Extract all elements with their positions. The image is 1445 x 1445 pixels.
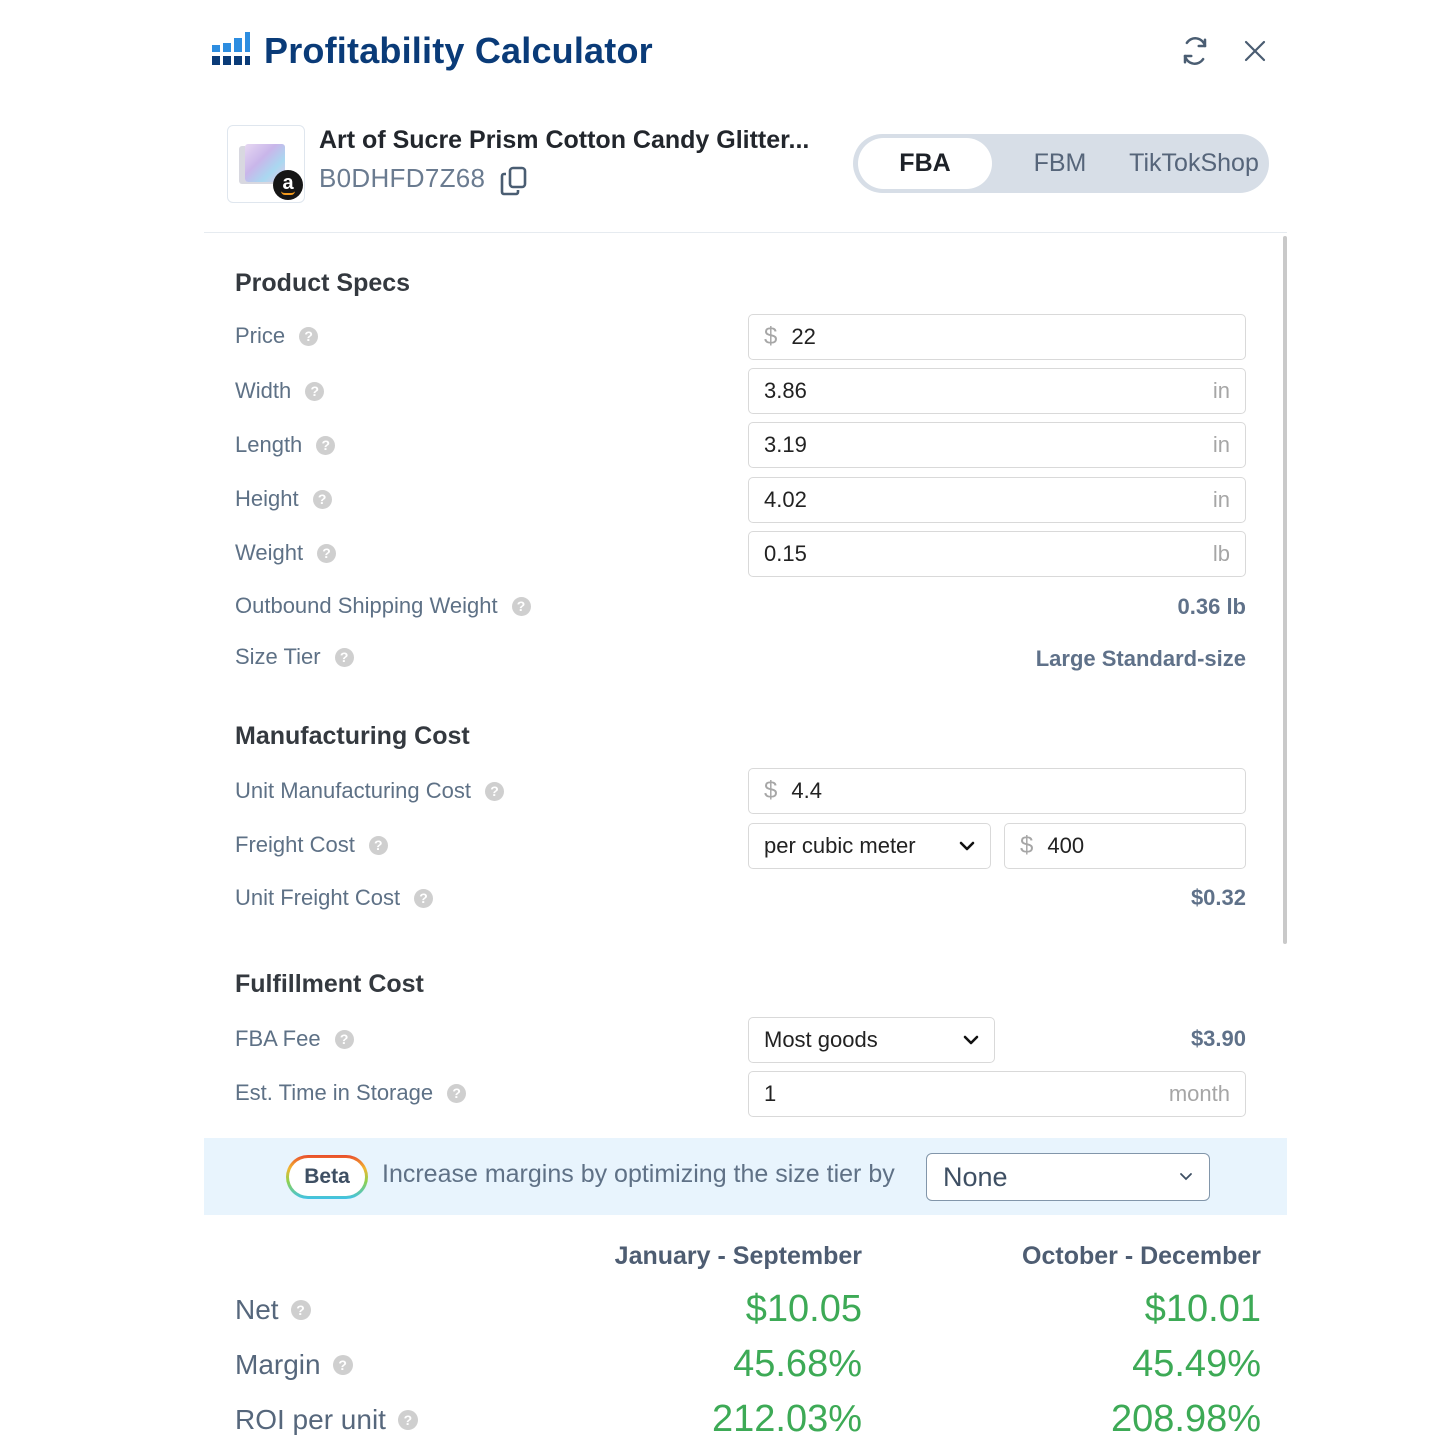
roi-value-jan-sep: 212.03%: [711, 1398, 862, 1440]
refresh-icon: [1183, 37, 1207, 65]
product-name[interactable]: Art of Sucre Prism Cotton Candy Glitter.…: [319, 126, 809, 155]
section-title-fulfillment-cost: Fulfillment Cost: [235, 970, 424, 998]
fba-fee-value: $3.90: [1190, 1026, 1246, 1051]
help-icon[interactable]: ?: [334, 647, 354, 667]
profit-summary: January - September October - December N…: [204, 1230, 1287, 1445]
unit-freight-cost-value: $0.32: [1190, 885, 1246, 910]
height-label: Height?: [235, 486, 332, 512]
refresh-button[interactable]: [1178, 34, 1212, 68]
help-icon[interactable]: ?: [447, 1083, 467, 1103]
length-label: Length?: [235, 432, 336, 458]
outbound-shipping-weight-label: Outbound Shipping Weight?: [235, 593, 531, 619]
copy-asin-button[interactable]: [499, 165, 529, 197]
help-icon[interactable]: ?: [312, 489, 332, 509]
price-label: Price?: [235, 323, 319, 349]
margin-value-oct-dec: 45.49%: [1132, 1343, 1261, 1385]
help-icon[interactable]: ?: [305, 381, 325, 401]
amazon-icon: a: [273, 170, 303, 200]
unit-manufacturing-cost-input[interactable]: $ 4.4: [748, 768, 1246, 814]
fba-fee-label: FBA Fee?: [235, 1026, 354, 1052]
roi-label: ROI per unit?: [235, 1404, 418, 1436]
help-icon[interactable]: ?: [397, 1410, 418, 1430]
unit-freight-cost-label: Unit Freight Cost?: [235, 885, 434, 911]
weight-label: Weight?: [235, 540, 337, 566]
help-icon[interactable]: ?: [511, 596, 531, 616]
calculator-header: Profitability Calculator: [210, 28, 1280, 76]
storage-time-input[interactable]: 1 month: [748, 1071, 1246, 1117]
column-header-jan-sep: January - September: [614, 1242, 862, 1270]
copy-icon: [500, 166, 527, 196]
freight-basis-select[interactable]: per cubic meter: [748, 823, 991, 869]
product-asin: B0DHFD7Z68: [319, 163, 486, 193]
section-title-product-specs: Product Specs: [235, 269, 411, 297]
freight-cost-label: Freight Cost?: [235, 832, 388, 858]
tab-fba[interactable]: FBA: [858, 138, 992, 189]
margin-value-jan-sep: 45.68%: [733, 1343, 862, 1385]
length-input[interactable]: 3.19 in: [748, 422, 1246, 468]
close-button[interactable]: [1238, 34, 1272, 68]
outbound-shipping-weight-value: 0.36 lb: [1177, 594, 1246, 619]
beta-badge: Beta: [286, 1155, 368, 1199]
help-icon[interactable]: ?: [290, 1300, 311, 1320]
help-icon[interactable]: ?: [414, 888, 434, 908]
freight-cost-input[interactable]: $ 400: [1004, 823, 1246, 869]
help-icon[interactable]: ?: [317, 543, 337, 563]
help-icon[interactable]: ?: [368, 835, 388, 855]
page-title: Profitability Calculator: [264, 30, 653, 71]
height-input[interactable]: 4.02 in: [748, 477, 1246, 523]
optimization-text: Increase margins by optimizing the size …: [382, 1160, 895, 1188]
tab-fbm[interactable]: FBM: [1003, 138, 1117, 189]
column-header-oct-dec: October - December: [1022, 1242, 1261, 1270]
bar-chart-icon: [212, 32, 250, 65]
product-info: a Art of Sucre Prism Cotton Candy Glitte…: [227, 125, 827, 205]
calculator-form: Product Specs Price? $ 22 Width? 3.86 in…: [204, 232, 1287, 1138]
fba-fee-category-select[interactable]: Most goods: [748, 1017, 995, 1063]
margin-label: Margin?: [235, 1349, 353, 1381]
unit-manufacturing-cost-label: Unit Manufacturing Cost?: [235, 778, 504, 804]
width-label: Width?: [235, 378, 325, 404]
width-input[interactable]: 3.86 in: [748, 368, 1246, 414]
section-title-manufacturing-cost: Manufacturing Cost: [235, 722, 470, 750]
help-icon[interactable]: ?: [334, 1029, 354, 1049]
chevron-down-icon: [963, 1035, 979, 1045]
storage-time-label: Est. Time in Storage?: [235, 1080, 467, 1106]
panel-scrollbar[interactable]: [1283, 236, 1287, 944]
net-label: Net?: [235, 1294, 311, 1326]
roi-value-oct-dec: 208.98%: [1110, 1398, 1261, 1440]
help-icon[interactable]: ?: [299, 326, 319, 346]
net-value-oct-dec: $10.01: [1144, 1288, 1261, 1330]
chevron-down-icon: [959, 841, 975, 851]
fulfillment-method-tabs: FBA FBM TikTokShop: [853, 134, 1269, 193]
size-tier-label: Size Tier?: [235, 644, 354, 670]
help-icon[interactable]: ?: [485, 781, 504, 801]
weight-input[interactable]: 0.15 lb: [748, 531, 1246, 577]
size-tier-optimization-bar: Beta Increase margins by optimizing the …: [204, 1138, 1287, 1215]
tab-tiktokshop[interactable]: TikTokShop: [1123, 138, 1265, 189]
net-value-jan-sep: $10.05: [745, 1288, 862, 1330]
size-tier-value: Large Standard-size: [1035, 646, 1246, 671]
optimization-select[interactable]: None: [926, 1153, 1210, 1201]
product-thumbnail: a: [227, 125, 305, 203]
help-icon[interactable]: ?: [316, 435, 336, 455]
price-input[interactable]: $ 22: [748, 314, 1246, 360]
close-icon: [1244, 40, 1266, 62]
chevron-down-icon: [1180, 1173, 1192, 1181]
help-icon[interactable]: ?: [332, 1355, 353, 1375]
